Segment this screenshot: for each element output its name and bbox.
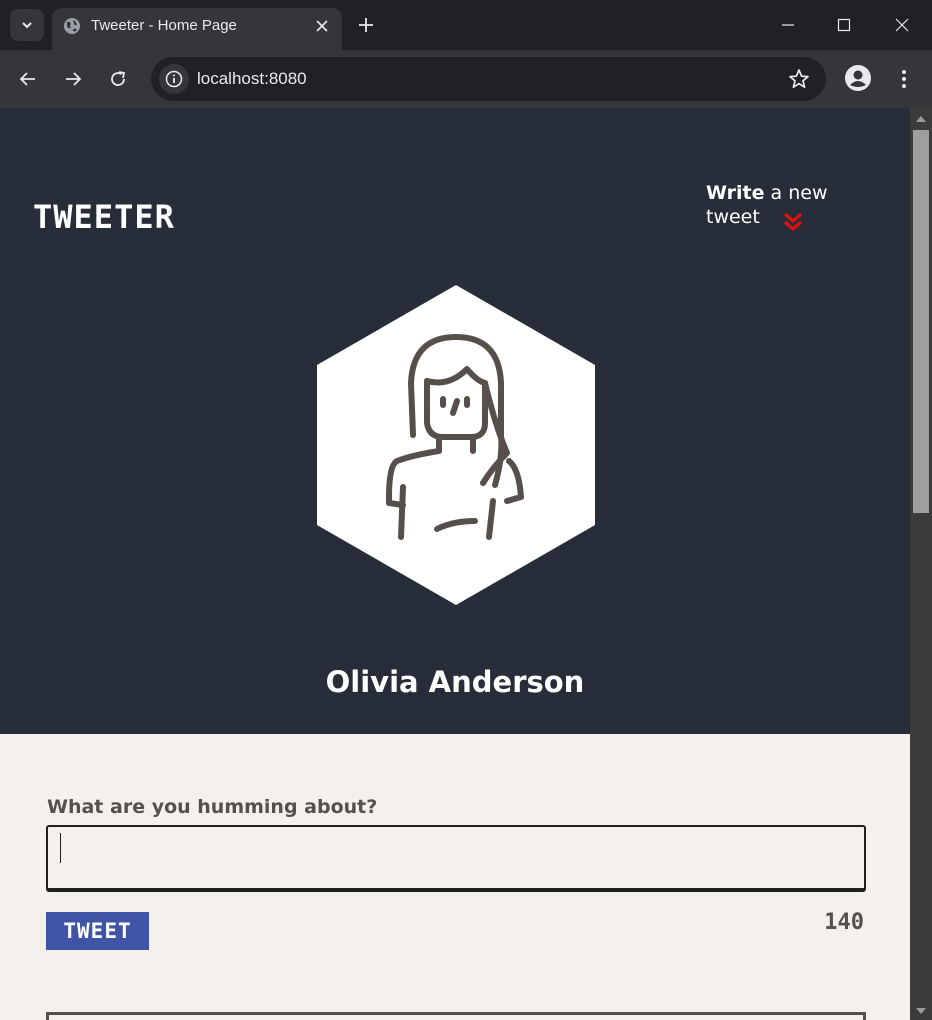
tab-search-button[interactable] [10,9,44,41]
scroll-thumb[interactable] [913,130,929,513]
site-logo[interactable]: TWEETER [33,201,175,233]
globe-icon [64,18,80,34]
close-icon [316,20,328,32]
write-link-strong: Write [706,182,765,204]
browser-tab[interactable]: Tweeter - Home Page [52,8,342,50]
scroll-down-arrow[interactable] [916,1008,926,1014]
page-scrollbar[interactable] [910,108,932,1020]
star-icon[interactable] [788,68,810,90]
reload-button[interactable] [103,64,133,94]
url-text: localhost:8080 [197,69,307,88]
tab-title: Tweeter - Home Page [91,17,237,34]
compose-label: What are you humming about? [47,796,378,818]
tweet-button[interactable]: TWEET [46,912,149,950]
back-icon [19,72,35,86]
character-counter: 140 [824,910,864,935]
more-vert-icon [902,70,906,88]
address-bar[interactable]: localhost:8080 [151,57,826,101]
user-avatar [317,285,595,605]
profile-header: TWEETER Write a new tweet Olivia Anderso… [0,108,910,734]
tab-strip: Tweeter - Home Page [0,0,932,50]
browser-menu-button[interactable] [892,64,916,94]
tweet-card [46,1012,866,1020]
close-tab-button[interactable] [312,16,332,36]
tweet-text-input[interactable] [46,825,866,892]
plus-icon [359,18,373,32]
forward-button[interactable] [58,64,88,94]
browser-toolbar: localhost:8080 [0,50,932,108]
reload-icon [111,71,126,86]
site-info-button[interactable] [159,64,189,94]
page-viewport: TWEETER Write a new tweet Olivia Anderso… [0,108,910,1020]
back-button[interactable] [13,64,43,94]
profile-user-name: Olivia Anderson [325,665,585,699]
maximize-button[interactable] [824,8,864,42]
profile-icon[interactable] [844,64,872,92]
forward-icon [66,72,82,86]
text-caret [60,833,61,863]
info-icon [165,70,183,88]
maximize-icon [837,18,851,32]
new-tab-button[interactable] [352,11,380,39]
minimize-button[interactable] [768,8,808,42]
close-window-button[interactable] [882,8,922,42]
chevron-down-icon [22,22,32,29]
close-icon [895,18,909,32]
minimize-icon [782,24,794,26]
scroll-up-arrow[interactable] [916,116,926,122]
double-chevron-down-icon[interactable] [783,211,803,233]
